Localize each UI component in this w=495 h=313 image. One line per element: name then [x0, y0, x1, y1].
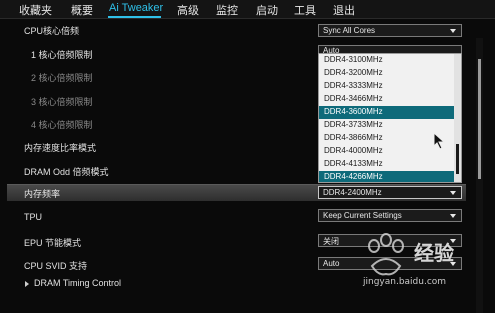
dropdown-option[interactable]: DDR4-3333MHz — [319, 80, 455, 93]
dropdown-option[interactable]: DDR4-3100MHz — [319, 54, 455, 67]
memory-frequency-value: DDR4-2400MHz — [323, 188, 382, 197]
dropdown-option[interactable]: DDR4-3733MHz — [319, 119, 455, 132]
svg-text:经验: 经验 — [414, 241, 454, 265]
core1-ratio-limit-label: 1 核心倍频限制 — [31, 50, 93, 60]
dram-odd-ratio-label: DRAM Odd 倍频模式 — [24, 167, 109, 177]
menu-advanced[interactable]: 高级 — [177, 2, 199, 18]
dropdown-option[interactable]: DDR4-3466MHz — [319, 93, 455, 106]
menu-tools[interactable]: 工具 — [294, 2, 316, 18]
menu-monitor[interactable]: 监控 — [216, 2, 238, 18]
menu-boot[interactable]: 启动 — [256, 2, 278, 18]
menu-exit[interactable]: 退出 — [333, 2, 355, 18]
chevron-down-icon — [450, 214, 456, 218]
top-menu-bar: 收藏夹 概要 Ai Tweaker 高级 监控 启动 工具 退出 — [0, 0, 495, 19]
menu-ai-tweaker[interactable]: Ai Tweaker — [109, 2, 163, 14]
cpu-core-ratio-label: CPU核心倍频 — [24, 26, 80, 36]
chevron-down-icon — [450, 29, 456, 33]
memory-ratio-mode-label: 内存速度比率模式 — [24, 143, 97, 153]
expand-arrow-icon[interactable] — [25, 281, 29, 287]
panel-scrollbar-thumb[interactable] — [478, 59, 481, 179]
epu-power-saving-value: 关闭 — [323, 237, 339, 246]
dropdown-option[interactable]: DDR4-3200MHz — [319, 67, 455, 80]
memory-frequency-select[interactable]: DDR4-2400MHz — [318, 186, 462, 199]
tpu-value: Keep Current Settings — [323, 211, 402, 220]
menu-overview[interactable]: 概要 — [71, 2, 93, 18]
dropdown-option-current[interactable]: DDR4-4266MHz — [319, 171, 455, 182]
cpu-core-ratio-value: Sync All Cores — [323, 26, 376, 35]
dropdown-scrollbar-thumb[interactable] — [456, 144, 459, 174]
tpu-label: TPU — [24, 212, 42, 222]
epu-power-saving-label: EPU 节能模式 — [24, 238, 82, 248]
memory-frequency-dropdown[interactable]: DDR4-3100MHz DDR4-3200MHz DDR4-3333MHz D… — [318, 53, 462, 183]
cpu-svid-support-label: CPU SVID 支持 — [24, 261, 88, 271]
chevron-down-icon — [450, 191, 456, 195]
core4-ratio-limit-label: 4 核心倍频限制 — [31, 120, 93, 130]
tpu-select[interactable]: Keep Current Settings — [318, 209, 462, 222]
active-tab-indicator — [108, 16, 161, 18]
cpu-core-ratio-select[interactable]: Sync All Cores — [318, 24, 462, 37]
memory-frequency-label: 内存频率 — [24, 189, 61, 199]
dram-timing-control-label[interactable]: DRAM Timing Control — [34, 278, 121, 288]
watermark-url: jingyan.baidu.com — [363, 277, 447, 287]
core2-ratio-limit-label: 2 核心倍频限制 — [31, 73, 93, 83]
cpu-svid-support-value: Auto — [323, 259, 340, 268]
menu-favorites[interactable]: 收藏夹 — [19, 2, 52, 18]
dropdown-option[interactable]: DDR4-4133MHz — [319, 158, 455, 171]
mouse-cursor-icon — [433, 132, 446, 150]
core3-ratio-limit-label: 3 核心倍频限制 — [31, 97, 93, 107]
dropdown-option-highlighted[interactable]: DDR4-3600MHz — [319, 106, 455, 119]
